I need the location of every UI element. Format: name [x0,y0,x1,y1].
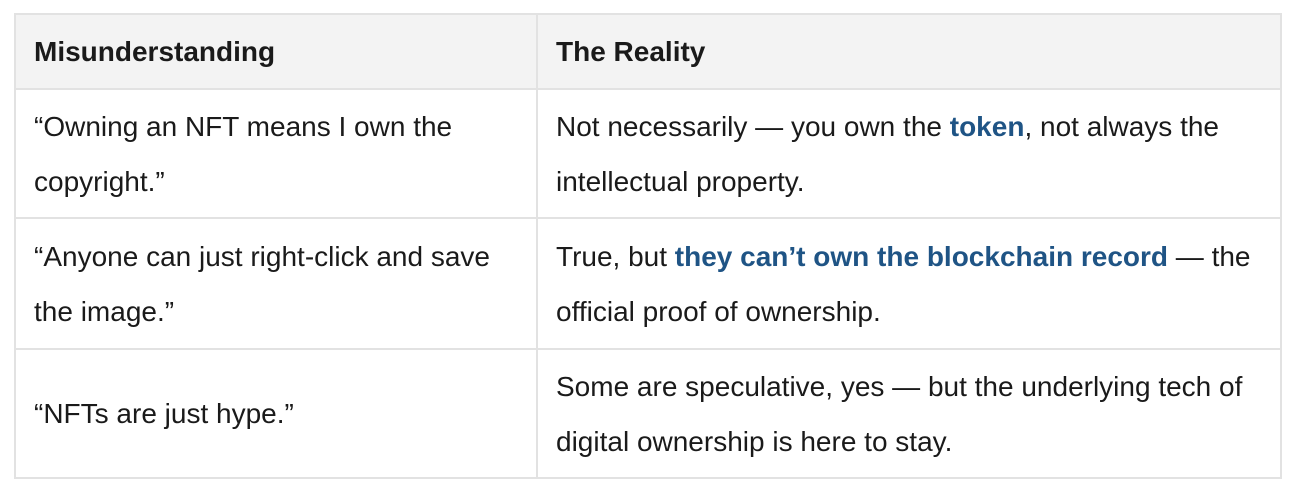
misunderstanding-cell: “Anyone can just right-click and save th… [14,217,538,350]
table-row: “Anyone can just right-click and save th… [14,217,1282,350]
reality-highlight: token [949,110,1025,142]
reality-text: Not necessarily — you own the [556,110,950,142]
header-misunderstanding: Misunderstanding [14,13,538,90]
reality-text: True, but [556,240,675,272]
table-row: “Owning an NFT means I own the copyright… [14,88,1282,219]
reality-cell: Not necessarily — you own the token, not… [536,88,1282,219]
reality-cell: True, but they can’t own the blockchain … [536,217,1282,350]
header-the-reality: The Reality [536,13,1282,90]
misunderstanding-cell: “Owning an NFT means I own the copyright… [14,88,538,219]
table-header-row: Misunderstanding The Reality [14,13,1282,90]
table-row: “NFTs are just hype.” Some are speculati… [14,348,1282,479]
misunderstanding-cell: “NFTs are just hype.” [14,348,538,479]
reality-cell: Some are speculative, yes — but the unde… [536,348,1282,479]
misunderstanding-reality-table: Misunderstanding The Reality “Owning an … [14,13,1282,479]
comparison-table-container: Misunderstanding The Reality “Owning an … [14,13,1282,479]
reality-highlight: they can’t own the blockchain record [674,240,1169,272]
reality-text: Some are speculative, yes — but the unde… [556,370,1243,457]
